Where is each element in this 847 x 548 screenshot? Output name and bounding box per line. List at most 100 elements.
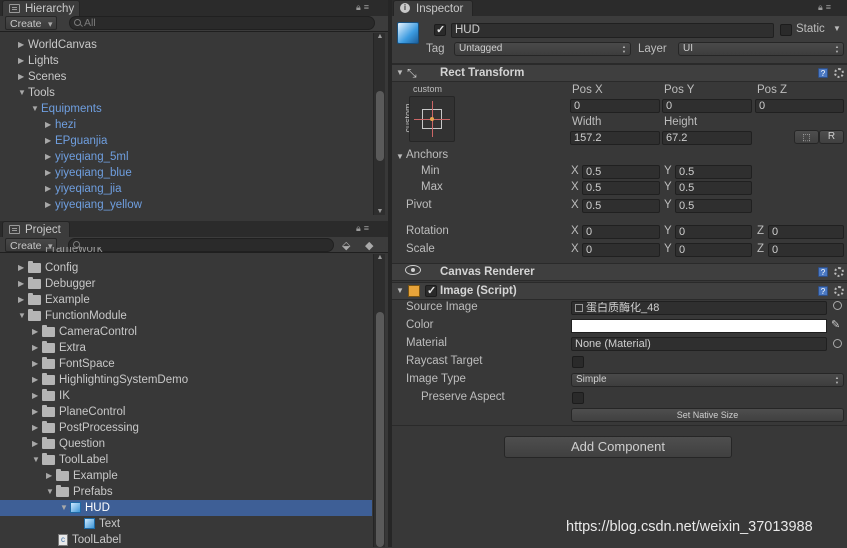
foldout-arrow-icon[interactable]: ▼ <box>396 68 404 77</box>
project-item[interactable]: ▼ Prefabs <box>46 484 113 500</box>
project-item[interactable]: ▶ CameraControl <box>32 324 137 340</box>
foldout-arrow-icon[interactable]: ▼ <box>396 286 404 295</box>
project-scrollbar[interactable]: ▲ <box>373 254 385 547</box>
expand-arrow-icon[interactable]: ▶ <box>46 468 56 484</box>
collapse-arrow-icon[interactable]: ▼ <box>32 452 42 468</box>
expand-arrow-icon[interactable]: ▶ <box>32 420 42 436</box>
scale-y-field[interactable]: 0 <box>675 243 752 257</box>
hierarchy-create-button[interactable]: Create <box>5 16 57 31</box>
project-item[interactable]: ▶ Extra <box>32 340 86 356</box>
hierarchy-item[interactable]: ▼ Equipments <box>31 101 102 117</box>
collapse-arrow-icon[interactable]: ▼ <box>18 308 28 324</box>
scrollbar-thumb[interactable] <box>376 312 384 547</box>
width-field[interactable]: 157.2 <box>570 131 660 145</box>
help-icon[interactable]: ? <box>818 267 828 277</box>
scroll-up-icon[interactable]: ▲ <box>375 33 385 40</box>
expand-arrow-icon[interactable]: ▶ <box>45 165 55 181</box>
anchor-max-x-field[interactable]: 0.5 <box>582 181 660 195</box>
expand-arrow-icon[interactable]: ▶ <box>45 117 55 133</box>
object-picker-icon[interactable] <box>833 301 842 310</box>
scroll-up-icon[interactable]: ▲ <box>375 254 385 261</box>
help-icon[interactable]: ? <box>818 68 828 78</box>
image-type-dropdown[interactable]: Simple <box>571 373 844 387</box>
static-checkbox[interactable] <box>780 24 792 36</box>
expand-arrow-icon[interactable]: ▶ <box>32 436 42 452</box>
add-component-button[interactable]: Add Component <box>504 436 732 458</box>
hierarchy-item[interactable]: ▶ yiyeqiang_jia <box>45 181 122 197</box>
expand-arrow-icon[interactable]: ▶ <box>45 133 55 149</box>
project-item[interactable]: ▶ Debugger <box>18 276 96 292</box>
pivot-y-field[interactable]: 0.5 <box>675 199 752 213</box>
expand-arrow-icon[interactable]: ▶ <box>32 324 42 340</box>
object-name-field[interactable]: HUD <box>451 23 774 38</box>
project-search-input[interactable] <box>68 238 334 252</box>
project-item[interactable]: Text <box>74 516 120 532</box>
anchors-foldout-icon[interactable]: ▼ <box>396 152 404 161</box>
expand-arrow-icon[interactable]: ▶ <box>45 181 55 197</box>
scrollbar-thumb[interactable] <box>376 91 384 161</box>
project-item[interactable]: ▼ ToolLabel <box>32 452 108 468</box>
lock-icon[interactable]: 🔒︎≡ <box>356 223 372 234</box>
hierarchy-item[interactable]: ▶ hezi <box>45 117 76 133</box>
project-item[interactable]: ▶ IK <box>32 388 70 404</box>
anchor-min-x-field[interactable]: 0.5 <box>582 165 660 179</box>
expand-arrow-icon[interactable]: ▶ <box>18 37 28 53</box>
hierarchy-item[interactable]: ▶ Lights <box>18 53 59 69</box>
project-item-partial[interactable]: Framework <box>45 247 103 255</box>
expand-arrow-icon[interactable]: ▶ <box>32 356 42 372</box>
filter-by-type-icon[interactable]: ⬙ <box>342 239 350 252</box>
collapse-arrow-icon[interactable]: ▼ <box>46 484 56 500</box>
color-field[interactable] <box>571 319 827 333</box>
hierarchy-item[interactable]: ▶ Scenes <box>18 69 66 85</box>
expand-arrow-icon[interactable]: ▶ <box>32 404 42 420</box>
raycast-target-checkbox[interactable] <box>572 356 584 368</box>
hierarchy-item[interactable]: ▼ Tools <box>18 85 55 101</box>
hierarchy-item[interactable]: ▶ yiyeqiang_5ml <box>45 149 129 165</box>
inspector-tab[interactable]: i Inspector <box>393 0 473 16</box>
tag-dropdown[interactable]: Untagged <box>454 42 631 56</box>
collapse-arrow-icon[interactable]: ▼ <box>18 85 28 101</box>
expand-arrow-icon[interactable]: ▶ <box>18 292 28 308</box>
collapse-arrow-icon[interactable]: ▼ <box>31 101 41 117</box>
scale-z-field[interactable]: 0 <box>768 243 844 257</box>
hierarchy-scrollbar[interactable]: ▲ ▼ <box>373 33 385 215</box>
raw-edit-button[interactable]: R <box>819 130 844 144</box>
hierarchy-item[interactable]: ▶ EPguanjia <box>45 133 107 149</box>
eyedropper-icon[interactable]: ✎ <box>831 318 840 331</box>
pos-z-field[interactable]: 0 <box>755 99 844 113</box>
help-icon[interactable]: ? <box>818 286 828 296</box>
scale-x-field[interactable]: 0 <box>582 243 660 257</box>
set-native-size-button[interactable]: Set Native Size <box>571 408 844 422</box>
project-item[interactable]: ▼ FunctionModule <box>18 308 127 324</box>
expand-arrow-icon[interactable]: ▶ <box>32 340 42 356</box>
height-field[interactable]: 67.2 <box>662 131 752 145</box>
rotation-z-field[interactable]: 0 <box>768 225 844 239</box>
expand-arrow-icon[interactable]: ▶ <box>18 276 28 292</box>
active-checkbox[interactable] <box>434 23 446 36</box>
blueprint-mode-button[interactable]: ⬚ <box>794 130 819 144</box>
hierarchy-tab[interactable]: Hierarchy <box>2 0 80 16</box>
material-field[interactable]: None (Material) <box>571 337 827 351</box>
project-item[interactable]: ▶ Example <box>18 292 90 308</box>
expand-arrow-icon[interactable]: ▶ <box>18 260 28 276</box>
expand-arrow-icon[interactable]: ▶ <box>32 372 42 388</box>
settings-gear-icon[interactable] <box>834 286 844 296</box>
object-picker-icon[interactable] <box>833 339 842 348</box>
settings-gear-icon[interactable] <box>834 267 844 277</box>
project-tab[interactable]: Project <box>2 221 70 237</box>
anchor-presets-button[interactable] <box>409 96 455 142</box>
settings-gear-icon[interactable] <box>834 68 844 78</box>
preserve-aspect-checkbox[interactable] <box>572 392 584 404</box>
source-image-field[interactable]: 蛋白质酶化_48 <box>571 301 827 315</box>
expand-arrow-icon[interactable]: ▶ <box>18 69 28 85</box>
pos-x-field[interactable]: 0 <box>570 99 660 113</box>
project-item[interactable]: ▶ Question <box>32 436 105 452</box>
project-item[interactable]: ▶ Config <box>18 260 78 276</box>
expand-arrow-icon[interactable]: ▶ <box>18 53 28 69</box>
anchor-min-y-field[interactable]: 0.5 <box>675 165 752 179</box>
collapse-arrow-icon[interactable]: ▼ <box>60 500 70 516</box>
pivot-x-field[interactable]: 0.5 <box>582 199 660 213</box>
project-item[interactable]: ▶ FontSpace <box>32 356 115 372</box>
project-item[interactable]: ▶ PostProcessing <box>32 420 139 436</box>
hierarchy-search-input[interactable]: All <box>69 16 375 30</box>
